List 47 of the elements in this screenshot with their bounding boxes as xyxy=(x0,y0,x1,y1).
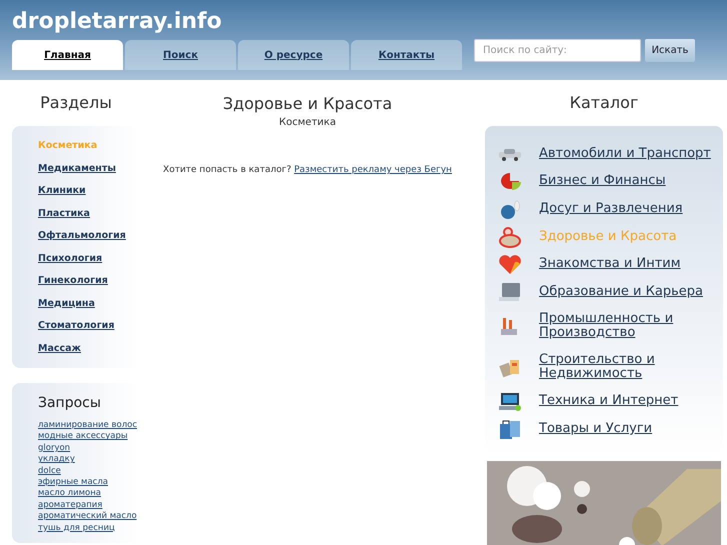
queries-heading: Запросы xyxy=(38,394,102,413)
monitor-icon xyxy=(497,280,523,303)
advertise-link[interactable]: Разместить рекламу через Бегун xyxy=(294,165,452,175)
catalog-link[interactable]: Знакомства и Интим xyxy=(539,257,681,272)
computer-icon xyxy=(497,390,523,412)
query-link[interactable]: масло лимона xyxy=(38,488,140,500)
query-link[interactable]: эфирные масла xyxy=(38,477,140,488)
catalog-link[interactable]: Образование и Карьера xyxy=(539,284,703,299)
section-link[interactable]: Гинекология xyxy=(38,275,140,287)
query-link[interactable]: укладку xyxy=(38,454,140,466)
heart-icon xyxy=(497,253,523,276)
shopping-bag-icon xyxy=(497,418,523,440)
catalog-prompt: Хотите попасть в каталог? xyxy=(163,165,292,175)
query-link[interactable]: ламинирование волос xyxy=(38,420,140,432)
section-link[interactable]: Медикаменты xyxy=(38,162,140,174)
section-link[interactable]: Стоматология xyxy=(38,320,140,332)
catalog-link[interactable]: Строительство и Недвижимость xyxy=(539,353,689,382)
query-link[interactable]: ароматерапия xyxy=(38,500,140,512)
catalog-link[interactable]: Техника и Интернет xyxy=(539,394,678,408)
section-heading: Разделы xyxy=(39,93,113,113)
catalog-link[interactable]: Досуг и Развлечения xyxy=(539,202,683,216)
section-link[interactable]: Медицина xyxy=(38,298,140,310)
search-button[interactable]: Искать xyxy=(645,39,695,62)
nav-tab[interactable]: Поиск xyxy=(125,40,236,70)
section-link[interactable]: Пластика xyxy=(38,208,140,220)
catalog-link[interactable]: Промышленность и Производство xyxy=(539,312,689,340)
nav-tab[interactable]: Контакты xyxy=(351,40,462,70)
search-field[interactable]: Поиск по сайту: xyxy=(474,39,641,62)
query-link[interactable]: ароматический масло xyxy=(38,511,140,523)
section-link[interactable]: Массаж xyxy=(38,342,140,354)
nav-tab[interactable]: О ресурсе xyxy=(238,40,349,70)
catalog-link[interactable]: Автомобили и Транспорт xyxy=(539,146,711,161)
section-link[interactable]: Клиники xyxy=(38,185,140,197)
query-link[interactable]: gloryon xyxy=(38,442,140,454)
site-logo[interactable]: dropletarray.info xyxy=(12,8,222,36)
section-link[interactable]: Офтальмология xyxy=(38,230,140,242)
catalog-link[interactable]: Бизнес и Финансы xyxy=(539,174,666,188)
section-link[interactable]: Психология xyxy=(38,252,140,264)
compact-mirror-icon xyxy=(497,226,523,248)
catalog-heading: Каталог xyxy=(568,93,640,113)
query-link[interactable]: модные аксессуары xyxy=(38,431,140,443)
query-link[interactable]: тушь для ресниц xyxy=(38,522,140,534)
query-link[interactable]: dolce xyxy=(38,466,140,478)
page-subtitle: Косметика xyxy=(278,116,337,130)
nav-tab[interactable]: Главная xyxy=(12,40,123,70)
catalog-link[interactable]: Товары и Услуги xyxy=(539,422,652,436)
page-title: Здоровье и Красота xyxy=(222,94,394,114)
